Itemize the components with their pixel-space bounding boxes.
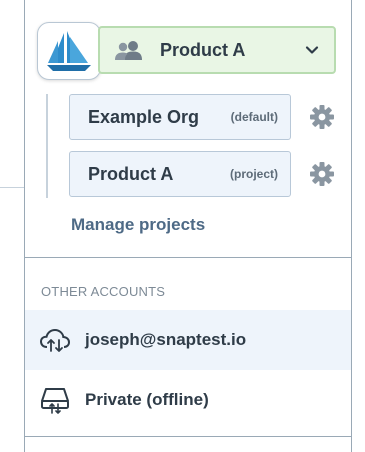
org-tag: (default): [230, 110, 278, 124]
section-divider: [25, 257, 351, 258]
account-label: joseph@snaptest.io: [85, 330, 247, 349]
app-background: Product A Example Org (default) Product …: [0, 0, 365, 452]
chevron-down-icon: [305, 46, 319, 54]
app-logo[interactable]: [37, 22, 101, 80]
account-item-offline[interactable]: Private (offline): [25, 370, 351, 430]
sailboat-logo-icon: [47, 31, 91, 71]
background-divider: [0, 187, 24, 188]
org-name: Example Org: [88, 106, 200, 127]
panel-edge: [351, 0, 352, 8]
local-drive-icon: [39, 387, 71, 414]
cloud-sync-icon: [39, 327, 71, 353]
section-divider: [25, 436, 351, 437]
gear-icon[interactable]: [309, 104, 335, 130]
account-item-cloud[interactable]: joseph@snaptest.io: [25, 310, 351, 370]
manage-projects-link[interactable]: Manage projects: [71, 215, 205, 235]
org-item-product-a[interactable]: Product A (project): [69, 151, 291, 197]
account-switcher-panel: Product A Example Org (default) Product …: [24, 0, 352, 452]
current-project-dropdown[interactable]: Product A: [98, 26, 336, 74]
org-item-example-org[interactable]: Example Org (default): [69, 94, 291, 140]
tree-connector: [46, 94, 48, 198]
account-label: Private (offline): [85, 390, 209, 409]
org-name: Product A: [88, 163, 174, 184]
current-project-label: Product A: [160, 39, 246, 60]
users-icon: [114, 39, 144, 61]
other-accounts-heading: OTHER ACCOUNTS: [41, 284, 166, 299]
gear-icon[interactable]: [309, 161, 335, 187]
org-tag: (project): [230, 167, 278, 181]
